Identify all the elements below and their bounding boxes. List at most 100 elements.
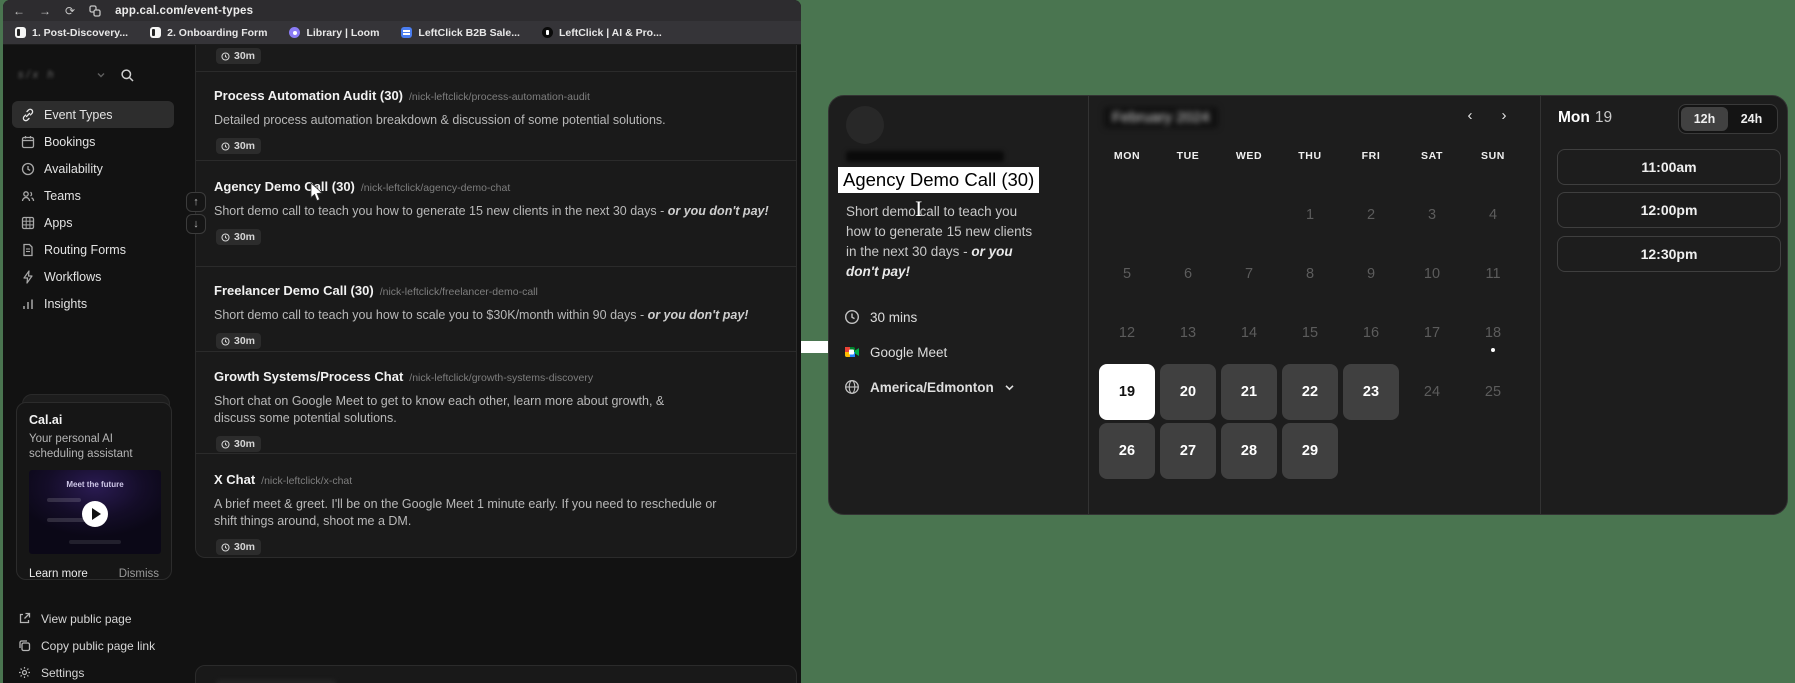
learn-more-button[interactable]: Learn more [29,568,88,580]
event-card[interactable]: Freelancer Demo Call (30) /nick-leftclick… [196,266,796,351]
time-slot[interactable]: 12:00pm [1557,192,1781,228]
workspace-name-blurred[interactable]: s / x h [18,69,96,81]
event-title: Freelancer Demo Call (30) [214,283,374,298]
document-icon [401,27,413,38]
sidebar-item-label: Routing Forms [44,242,126,257]
toggle-12h[interactable]: 12h [1681,107,1728,131]
calendar-day [1343,423,1399,479]
duration-badge: 30m [216,48,262,64]
promo-video-thumbnail[interactable]: Meet the future [29,470,161,554]
prev-month-button[interactable]: ‹ [1462,108,1478,124]
gear-icon [19,667,30,678]
text-cursor: I [915,196,923,221]
sidebar-item-insights[interactable]: Insights [12,290,174,317]
toggle-24h[interactable]: 24h [1728,107,1775,131]
sidebar-item-workflows[interactable]: Workflows [12,263,174,290]
calendar-day: 15 [1301,325,1319,341]
timezone-selector[interactable]: America/Edmonton [844,379,1015,395]
event-type-list: 30m Process Automation Audit (30) /nick-l… [186,45,797,558]
bookmark-item[interactable]: Library | Loom [289,27,379,39]
event-card-partial[interactable]: 30m [196,45,796,71]
sidebar-item-label: Apps [44,215,73,230]
clock-icon [221,542,230,552]
event-card[interactable]: X Chat/nick-leftclick/x-chat A brief mee… [196,453,796,557]
time-slot[interactable]: 11:00am [1557,149,1781,185]
sidebar-item-label: Insights [44,296,88,311]
calendar-day: 11 [1485,266,1501,282]
calendar-day: 3 [1427,207,1437,223]
bookmarks-bar: 1. Post-Discovery... 2. Onboarding Form … [3,21,801,45]
clock-icon [221,232,230,242]
calendar-day[interactable]: 27 [1160,423,1216,479]
event-card[interactable]: Growth Systems/Process Chat/nick-leftcli… [196,351,796,453]
calendar-panel: February 2024 ‹ › MON TUE WED THU FRI SA… [1089,96,1541,514]
sidebar-item-routing-forms[interactable]: Routing Forms [12,236,174,263]
window-icon [15,27,26,38]
day-header: MON [1113,150,1141,162]
bookmark-item[interactable]: LeftClick | AI & Pro... [541,27,662,39]
calendar-day[interactable]: 26 [1099,423,1155,479]
calendar-day[interactable]: 20 [1160,364,1216,420]
calendar-day: 12 [1118,325,1136,341]
link-icon [22,108,34,121]
calendar-day[interactable]: 22 [1282,364,1338,420]
sidebar-item-apps[interactable]: Apps [12,209,174,236]
bookmark-item[interactable]: LeftClick B2B Sale... [401,27,520,39]
calendar-day: 2 [1366,207,1376,223]
duration-badge: 30m [216,436,262,452]
sidebar-item-availability[interactable]: Availability [12,155,174,182]
bookmark-item[interactable]: 2. Onboarding Form [150,27,267,39]
next-month-button[interactable]: › [1496,108,1512,124]
move-down-button[interactable]: ↓ [186,214,206,234]
site-info-icon[interactable] [89,4,101,17]
settings-link[interactable]: Settings [18,659,174,683]
event-title: Agency Demo Call (30) [214,179,355,194]
cal-app: s / x h Event Types Bookings Availabilit… [3,45,801,683]
host-name-blurred [846,151,1004,162]
calendar-day[interactable]: 23 [1343,364,1399,420]
copy-public-page-link[interactable]: Copy public page link [18,632,174,659]
sidebar-item-label: Teams [44,188,81,203]
clock-icon [221,439,230,449]
play-button[interactable] [82,501,108,527]
browser-window: ← → ⟳ app.cal.com/event-types 1. Post-Di… [3,0,801,683]
event-card[interactable]: ↑ ↓ Agency Demo Call (30) /nick-leftclick… [186,160,796,266]
view-public-page-link[interactable]: View public page [18,605,174,632]
day-header: THU [1298,150,1322,162]
day-header: SUN [1481,150,1505,162]
bar-chart-icon [23,299,33,309]
sidebar-item-event-types[interactable]: Event Types [12,101,174,128]
sidebar-item-teams[interactable]: Teams [12,182,174,209]
sidebar-item-label: Workflows [44,269,102,284]
window-icon [150,27,162,38]
calendar-day[interactable]: 29 [1282,423,1338,479]
calendar-day[interactable]: 28 [1221,423,1277,479]
search-icon[interactable] [120,68,135,83]
move-up-button[interactable]: ↑ [186,192,206,212]
black-circle-icon [541,27,553,38]
reload-icon[interactable]: ⟳ [65,5,75,17]
duration-badge: 30m [216,333,262,349]
url-text[interactable]: app.cal.com/event-types [115,5,253,17]
sidebar-item-label: Availability [44,161,103,176]
clock-icon [221,141,230,151]
event-card[interactable]: Process Automation Audit (30) /nick-leftc… [196,71,796,160]
back-icon[interactable]: ← [13,5,25,17]
promo-video-caption: Meet the future [66,480,124,489]
sidebar-item-bookings[interactable]: Bookings [12,128,174,155]
booking-event-title-selected: Agency Demo Call (30) [838,167,1040,193]
forward-icon[interactable]: → [39,5,51,17]
chevron-down-icon[interactable] [96,70,106,80]
calendar-day: 13 [1179,325,1197,341]
event-title: X Chat [214,472,256,487]
calendar-day[interactable]: 21 [1221,364,1277,420]
calendar-day: 5 [1122,266,1132,282]
event-title: Process Automation Audit (30) [214,88,404,103]
time-slot[interactable]: 12:30pm [1557,236,1781,272]
dismiss-button[interactable]: Dismiss [119,568,159,580]
calendar-day: 9 [1366,266,1376,282]
file-icon [23,243,33,256]
today-dot [1491,348,1495,352]
calendar-day[interactable]: 19 [1099,364,1155,420]
bookmark-item[interactable]: 1. Post-Discovery... [15,27,128,39]
